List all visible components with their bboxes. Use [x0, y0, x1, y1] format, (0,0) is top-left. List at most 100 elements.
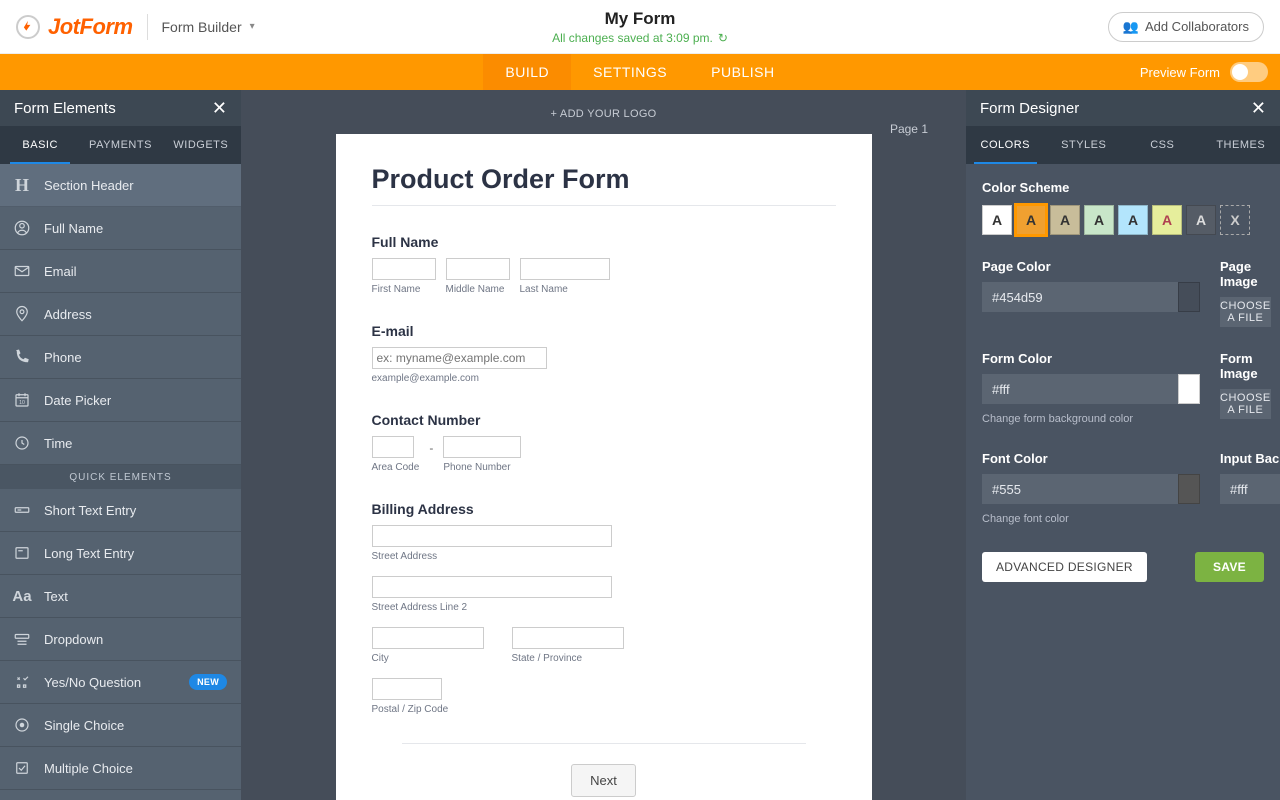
phone-number-input[interactable] [443, 436, 521, 458]
form-designer-panel: Form Designer ✕ COLORS STYLES CSS THEMES… [966, 90, 1280, 800]
divider [372, 205, 836, 206]
svg-text:10: 10 [19, 400, 25, 406]
middle-name-input[interactable] [446, 258, 510, 280]
element-full-name[interactable]: Full Name [0, 207, 241, 250]
tab-styles[interactable]: STYLES [1045, 126, 1124, 164]
email-input[interactable] [372, 347, 547, 369]
color-chip[interactable] [1178, 474, 1200, 504]
primary-tabs: BUILD SETTINGS PUBLISH Preview Form [0, 54, 1280, 90]
swatch[interactable]: A [1118, 205, 1148, 235]
field-label: Contact Number [372, 412, 836, 428]
state-input[interactable] [512, 627, 624, 649]
pin-icon [0, 305, 44, 323]
color-scheme-label: Color Scheme [982, 180, 1264, 195]
advanced-designer-button[interactable]: ADVANCED DESIGNER [982, 552, 1147, 582]
checkbox-icon [0, 759, 44, 777]
tab-css[interactable]: CSS [1123, 126, 1202, 164]
element-short-text[interactable]: Short Text Entry [0, 489, 241, 532]
preview-label: Preview Form [1140, 65, 1220, 80]
add-logo-button[interactable]: + ADD YOUR LOGO [241, 90, 966, 134]
swatch[interactable]: A [1084, 205, 1114, 235]
page-indicator: Page 1 [890, 122, 928, 136]
element-date-picker[interactable]: 10 Date Picker [0, 379, 241, 422]
add-collaborators-button[interactable]: 👥 Add Collaborators [1108, 12, 1264, 42]
clock-icon [0, 434, 44, 452]
tab-payments[interactable]: PAYMENTS [80, 126, 160, 164]
input-bg-input[interactable] [1220, 474, 1280, 504]
color-chip[interactable] [1178, 282, 1200, 312]
close-icon[interactable]: ✕ [1251, 98, 1266, 119]
field-label: E-mail [372, 323, 836, 339]
element-section-header[interactable]: H Section Header [0, 164, 241, 207]
tab-widgets[interactable]: WIDGETS [161, 126, 241, 164]
element-phone[interactable]: Phone [0, 336, 241, 379]
mail-icon [0, 262, 44, 280]
chevron-down-icon: ▾ [250, 21, 255, 32]
save-status: All changes saved at 3:09 pm. ↻ [552, 31, 728, 45]
swatch[interactable]: A [1152, 205, 1182, 235]
app-header: JotForm Form Builder ▾ My Form All chang… [0, 0, 1280, 54]
area-code-input[interactable] [372, 436, 414, 458]
city-input[interactable] [372, 627, 484, 649]
tab-basic[interactable]: BASIC [0, 126, 80, 164]
swatch[interactable]: A [1016, 205, 1046, 235]
element-address[interactable]: Address [0, 293, 241, 336]
phone-icon [0, 348, 44, 366]
element-dropdown[interactable]: Dropdown [0, 618, 241, 661]
element-single-choice[interactable]: Single Choice [0, 704, 241, 747]
text-icon: Aa [0, 588, 44, 605]
users-icon: 👥 [1123, 19, 1139, 35]
quick-elements-header: QUICK ELEMENTS [0, 465, 241, 489]
swatch[interactable]: A [982, 205, 1012, 235]
new-badge: NEW [189, 674, 227, 690]
last-name-input[interactable] [520, 258, 610, 280]
choose-file-button[interactable]: CHOOSE A FILE [1220, 297, 1271, 327]
tab-colors[interactable]: COLORS [966, 126, 1045, 164]
form-canvas: + ADD YOUR LOGO Page 1 Product Order For… [241, 90, 966, 800]
save-button[interactable]: SAVE [1195, 552, 1264, 582]
color-swatches: A A A A A A A X [982, 205, 1264, 235]
element-time[interactable]: Time [0, 422, 241, 465]
swatch[interactable]: A [1186, 205, 1216, 235]
calendar-icon: 10 [0, 391, 44, 409]
street2-input[interactable] [372, 576, 612, 598]
color-chip[interactable] [1178, 374, 1200, 404]
choose-file-button[interactable]: CHOOSE A FILE [1220, 389, 1271, 419]
form-heading: Product Order Form [372, 164, 836, 195]
next-button[interactable]: Next [571, 764, 636, 797]
page-color-input[interactable] [982, 282, 1178, 312]
element-email[interactable]: Email [0, 250, 241, 293]
form-elements-panel: Form Elements ✕ BASIC PAYMENTS WIDGETS H… [0, 90, 241, 800]
street-input[interactable] [372, 525, 612, 547]
element-text[interactable]: Aa Text [0, 575, 241, 618]
tab-settings[interactable]: SETTINGS [571, 54, 689, 90]
long-text-icon [0, 544, 44, 562]
preview-toggle[interactable] [1230, 62, 1268, 82]
divider [147, 14, 148, 40]
form-color-input[interactable] [982, 374, 1178, 404]
form-builder-dropdown[interactable]: Form Builder ▾ [162, 19, 255, 35]
short-text-icon [0, 501, 44, 519]
element-yes-no[interactable]: Yes/No Question NEW [0, 661, 241, 704]
element-multiple-choice[interactable]: Multiple Choice [0, 747, 241, 790]
form-preview[interactable]: Product Order Form Full Name First Name … [336, 134, 872, 800]
tab-themes[interactable]: THEMES [1202, 126, 1280, 164]
close-icon[interactable]: ✕ [212, 98, 227, 119]
first-name-input[interactable] [372, 258, 436, 280]
zip-input[interactable] [372, 678, 442, 700]
panel-title: Form Elements [14, 100, 116, 117]
yes-no-icon [0, 673, 44, 691]
font-color-input[interactable] [982, 474, 1178, 504]
panel-title: Form Designer [980, 100, 1079, 117]
tab-publish[interactable]: PUBLISH [689, 54, 796, 90]
element-long-text[interactable]: Long Text Entry [0, 532, 241, 575]
field-label: Billing Address [372, 501, 836, 517]
swatch-custom[interactable]: X [1220, 205, 1250, 235]
logo-icon [16, 15, 40, 39]
tab-build[interactable]: BUILD [483, 54, 571, 90]
field-label: Full Name [372, 234, 836, 250]
form-title[interactable]: My Form [552, 9, 728, 29]
form-builder-label: Form Builder [162, 19, 242, 35]
swatch[interactable]: A [1050, 205, 1080, 235]
divider [402, 743, 806, 744]
